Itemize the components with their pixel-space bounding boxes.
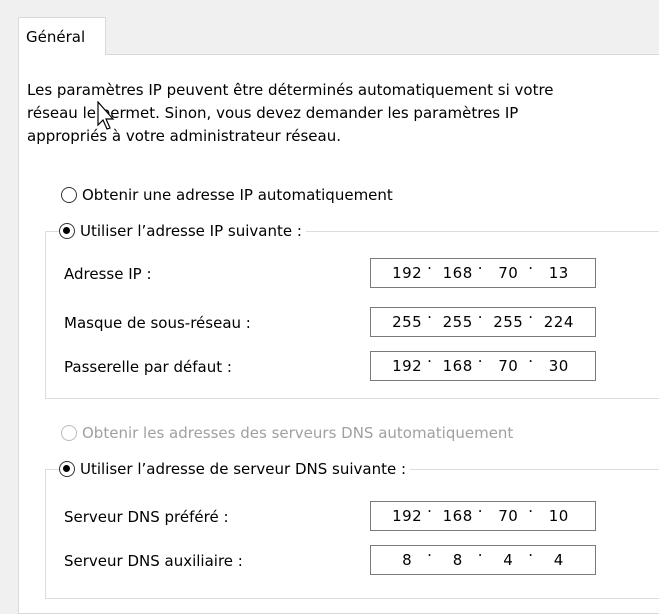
description-line-2: réseau le permet. Sinon, vous devez dema… xyxy=(27,104,519,122)
ip-octet: 70 xyxy=(498,264,519,282)
alternate-dns-label: Serveur DNS auxiliaire : xyxy=(64,552,243,570)
ip-octet: 192 xyxy=(392,357,423,375)
alternate-dns-input[interactable]: 8. 8. 4. 4 xyxy=(370,542,596,575)
ip-octet: 13 xyxy=(548,264,569,282)
dns-auto-label: Obtenir les adresses des serveurs DNS au… xyxy=(82,424,514,442)
subnet-mask-label: Masque de sous-réseau : xyxy=(64,314,251,332)
subnet-mask-input[interactable]: 255. 255. 255. 224 xyxy=(370,304,596,337)
default-gateway-label: Passerelle par défaut : xyxy=(64,358,232,376)
ip-octet: 70 xyxy=(498,357,519,375)
description-text: Les paramètres IP peuvent être déterminé… xyxy=(27,79,647,148)
ip-octet: 255 xyxy=(493,313,524,331)
ip-address-input[interactable]: 192. 168. 70. 13 xyxy=(370,255,596,288)
ip-octet: 8 xyxy=(452,551,463,569)
ip-octet: 4 xyxy=(503,551,514,569)
ip-manual-radio-button[interactable] xyxy=(59,223,75,239)
dns-manual-label: Utiliser l’adresse de serveur DNS suivan… xyxy=(80,460,407,478)
ip-octet: 192 xyxy=(392,507,423,525)
ip-octet: 255 xyxy=(442,313,473,331)
dns-auto-radio-button[interactable] xyxy=(61,425,77,441)
mouse-cursor-icon xyxy=(97,101,115,130)
dns-manual-radio[interactable]: Utiliser l’adresse de serveur DNS suivan… xyxy=(59,457,411,481)
ip-octet: 224 xyxy=(543,313,574,331)
ip-auto-radio[interactable]: Obtenir une adresse IP automatiquement xyxy=(61,183,393,207)
ip-octet: 168 xyxy=(442,357,473,375)
dns-manual-radio-button[interactable] xyxy=(59,461,75,477)
dns-settings-group xyxy=(45,469,659,599)
ip-octet: 4 xyxy=(553,551,564,569)
preferred-dns-label: Serveur DNS préféré : xyxy=(64,508,229,526)
ip-address-label: Adresse IP : xyxy=(64,265,152,283)
default-gateway-input[interactable]: 192. 168. 70. 30 xyxy=(370,348,596,381)
ip-octet: 30 xyxy=(548,357,569,375)
preferred-dns-input[interactable]: 192. 168. 70. 10 xyxy=(370,498,596,531)
ip-octet: 8 xyxy=(402,551,413,569)
description-line-1: Les paramètres IP peuvent être déterminé… xyxy=(27,81,554,99)
ip-manual-radio[interactable]: Utiliser l’adresse IP suivante : xyxy=(59,219,306,243)
ip-auto-label: Obtenir une adresse IP automatiquement xyxy=(82,186,393,204)
ip-octet: 255 xyxy=(392,313,423,331)
ip-octet: 10 xyxy=(548,507,569,525)
ip-auto-radio-button[interactable] xyxy=(61,187,77,203)
ip-octet: 192 xyxy=(392,264,423,282)
ip-octet: 70 xyxy=(498,507,519,525)
tab-general[interactable]: Général xyxy=(18,17,106,55)
description-line-3: appropriés à votre administrateur réseau… xyxy=(27,127,341,145)
dns-auto-radio[interactable]: Obtenir les adresses des serveurs DNS au… xyxy=(61,421,513,445)
ip-octet: 168 xyxy=(442,507,473,525)
ip-manual-label: Utiliser l’adresse IP suivante : xyxy=(80,222,302,240)
tab-general-label: Général xyxy=(26,28,86,46)
ip-octet: 168 xyxy=(442,264,473,282)
